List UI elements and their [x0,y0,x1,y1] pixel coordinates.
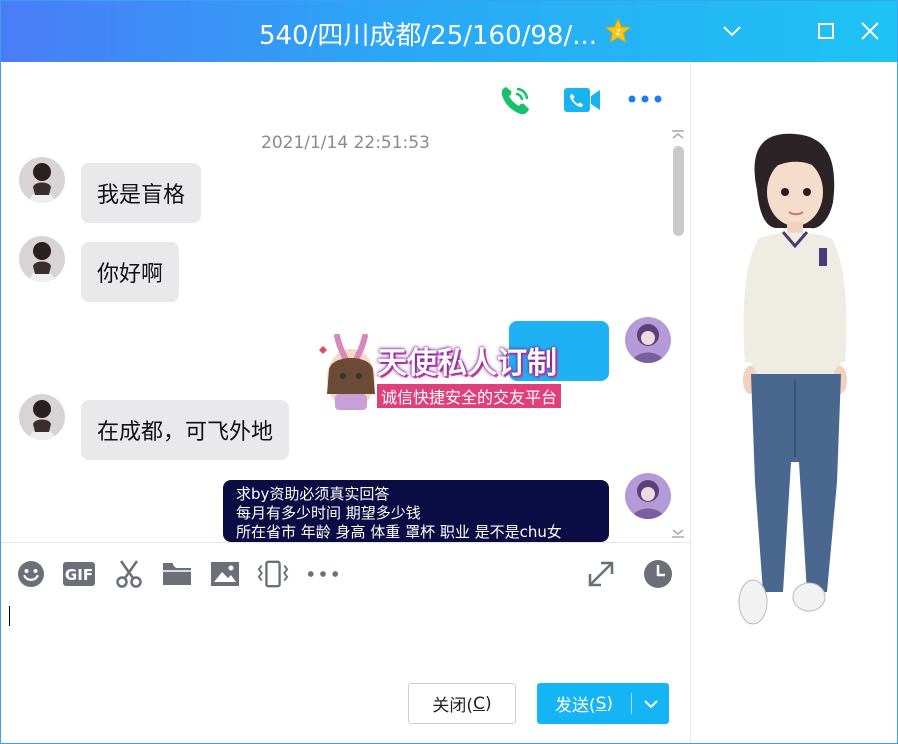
close-icon[interactable] [855,16,885,46]
chevron-down-icon[interactable] [717,16,747,46]
more-icon[interactable] [627,91,663,110]
text-caret [9,606,10,626]
close-button-shortcut: C [473,693,485,714]
shake-window-icon[interactable] [257,558,289,590]
scroll-down-icon [672,529,684,538]
sticker-subtitle: 诚信快捷安全的交友平台 [377,384,562,408]
composer-divider [1,542,691,543]
send-button[interactable]: 发送(S) [537,683,669,724]
chat-window: 540/四川成都/25/160/98/... z 2021/1/14 22:51… [0,0,898,744]
send-button-separator [631,693,632,714]
message-line: 每月有多少时间 期望多少钱 [236,504,421,522]
history-clock-icon[interactable] [642,558,674,590]
send-button-label-wrap[interactable]: 发送(S) [537,683,631,724]
side-panel [691,62,897,743]
voice-call-icon[interactable] [498,83,532,121]
send-button-shortcut: S [595,693,607,714]
my-avatar[interactable] [625,317,671,363]
vip-star-icon[interactable]: z [604,17,632,44]
emoji-icon[interactable] [15,558,47,590]
expand-icon[interactable] [585,558,617,590]
character-show-image [738,133,847,625]
contact-avatar[interactable] [19,394,65,440]
sticker-title: 天使私人订制 [377,346,557,381]
contact-avatar[interactable] [19,236,65,282]
folder-icon[interactable] [161,558,193,590]
message-line: 求by资助必须真实回答 [236,485,390,503]
send-options-chevron-icon[interactable] [633,683,669,724]
sticker-message[interactable]: 天使私人订制 诚信快捷安全的交友平台 [311,333,601,412]
gif-icon[interactable]: GIF [63,558,95,590]
svg-text:z: z [615,27,620,38]
close-button-label: 关闭( [432,696,474,716]
scroll-up-icon [672,130,684,139]
message-timestamp: 2021/1/14 22:51:53 [261,133,430,153]
message-line: 所在省市 年龄 身高 体重 罩杯 职业 是不是chu女 [236,523,562,541]
message-bubble-sent-dark[interactable]: 求by资助必须真实回答 每月有多少时间 期望多少钱 所在省市 年龄 身高 体重 … [223,480,609,542]
window-title: 540/四川成都/25/160/98/... [259,21,598,51]
scroll-thumb[interactable] [673,146,684,236]
close-button[interactable]: 关闭(C) [408,683,516,724]
title-bar[interactable]: 540/四川成都/25/160/98/... z [1,1,897,62]
maximize-icon[interactable] [811,16,841,46]
message-bubble-received[interactable]: 在成都，可飞外地 [81,400,290,460]
send-button-tail: ) [606,693,614,714]
message-input[interactable] [1,599,690,671]
more-tools-icon[interactable] [307,558,339,590]
svg-text:GIF: GIF [65,566,93,584]
my-avatar[interactable] [625,473,671,519]
image-icon[interactable] [209,558,241,590]
message-bubble-received[interactable]: 我是盲格 [81,163,202,223]
contact-avatar[interactable] [19,157,65,203]
message-bubble-received[interactable]: 你好啊 [81,242,180,302]
send-button-label: 发送( [554,696,596,716]
close-button-tail: ) [484,693,492,714]
video-call-icon[interactable] [563,86,601,118]
screenshot-scissors-icon[interactable] [113,558,145,590]
